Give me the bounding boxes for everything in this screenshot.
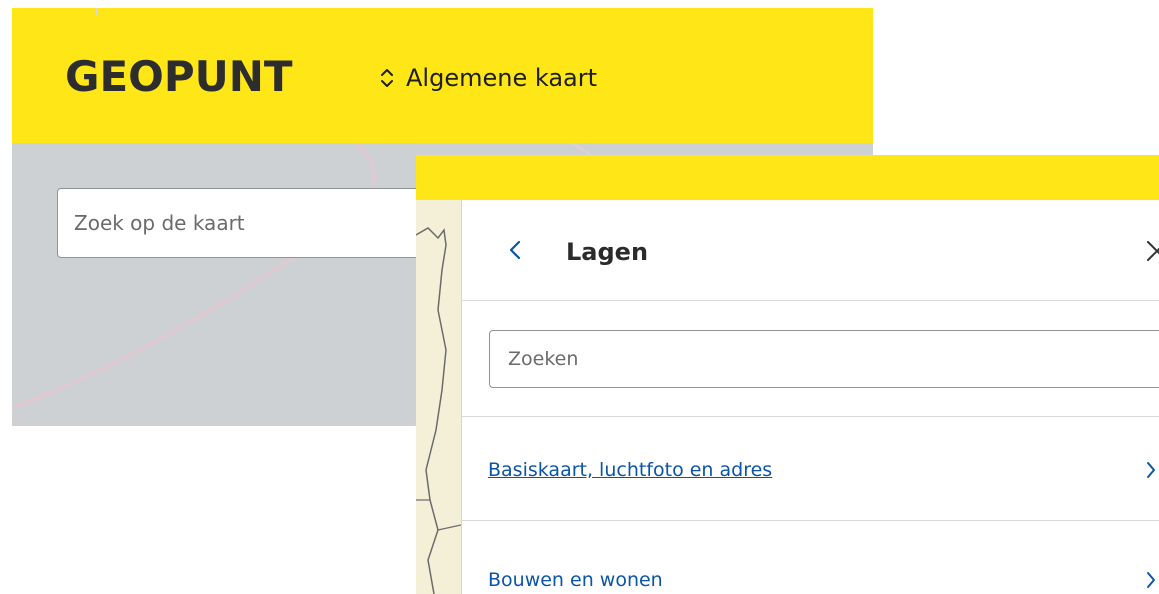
close-button[interactable] [1145, 237, 1159, 265]
geopunt-logo[interactable]: GEOPUNT [65, 52, 293, 102]
map-switcher-button[interactable]: Algemene kaart [380, 60, 597, 96]
sort-arrows-icon [380, 68, 394, 88]
layers-panel-screenshot: Lagen Basiskaart, luchtfoto en adres B [416, 155, 1159, 594]
panel-header: Lagen [462, 200, 1159, 301]
chevron-right-icon [1145, 460, 1157, 480]
panel-title: Lagen [566, 238, 649, 266]
category-label[interactable]: Basiskaart, luchtfoto en adres [488, 456, 772, 484]
category-item-bouwen[interactable]: Bouwen en wonen [462, 552, 1159, 594]
app-header-strip [416, 155, 1159, 200]
layers-panel: Lagen Basiskaart, luchtfoto en adres B [462, 200, 1159, 594]
chevron-left-icon [509, 240, 521, 264]
map-search-input[interactable] [57, 188, 437, 258]
close-icon [1145, 241, 1159, 269]
map-background[interactable] [416, 200, 462, 594]
divider [462, 520, 1159, 521]
header-divider [96, 8, 97, 16]
divider [462, 416, 1159, 417]
back-button[interactable] [504, 238, 526, 266]
category-label[interactable]: Bouwen en wonen [488, 566, 663, 594]
chevron-right-icon [1145, 570, 1157, 590]
app-header: GEOPUNT Algemene kaart [12, 8, 873, 143]
layers-search-input[interactable] [489, 330, 1159, 388]
map-switcher-label: Algemene kaart [406, 64, 598, 92]
category-item-basiskaart[interactable]: Basiskaart, luchtfoto en adres [462, 442, 1159, 498]
